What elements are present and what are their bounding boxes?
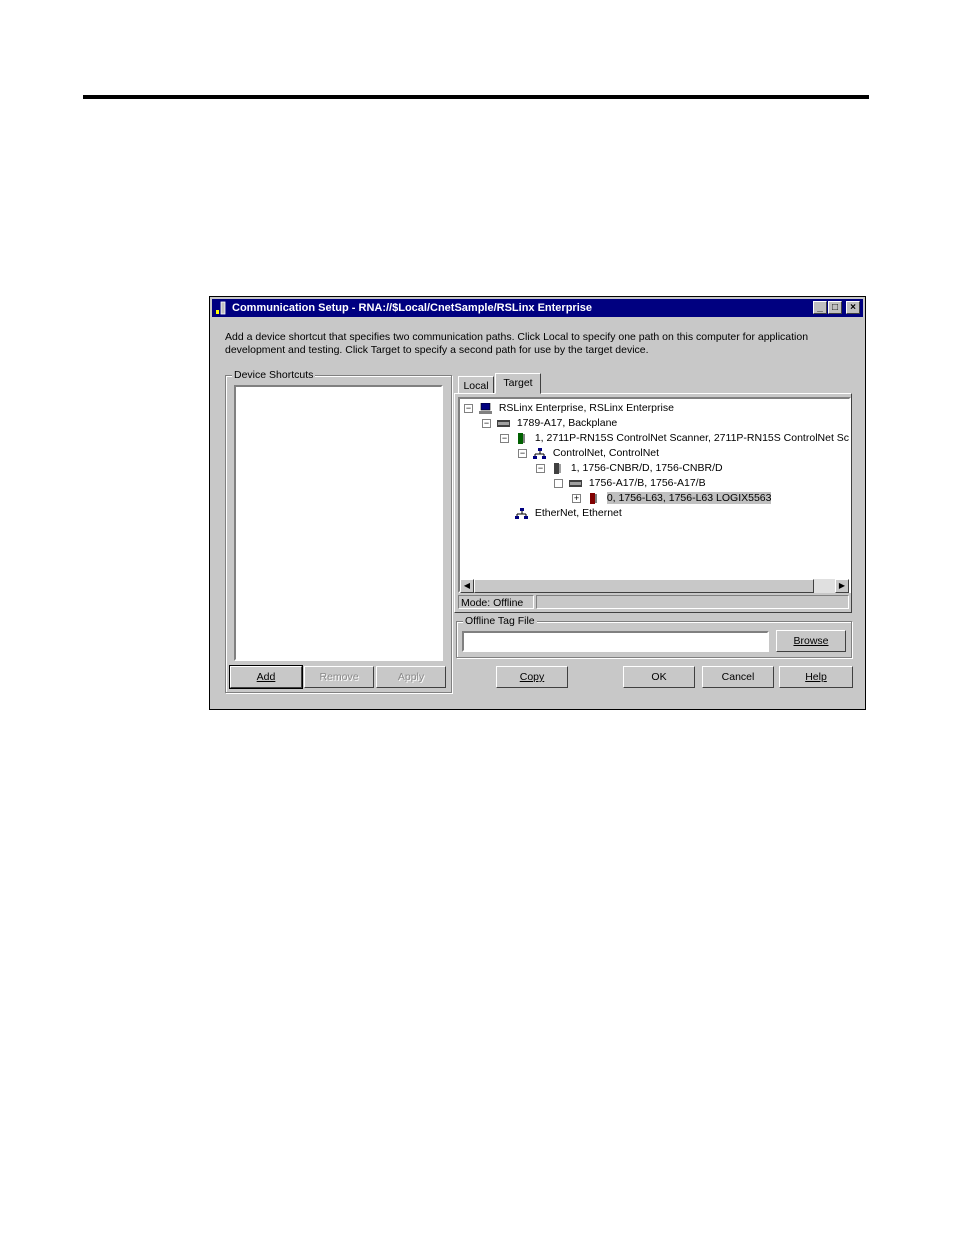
remove-button[interactable]: Remove <box>304 666 374 688</box>
scroll-thumb[interactable] <box>474 579 814 593</box>
ok-button[interactable]: OK <box>623 666 695 688</box>
device-shortcuts-label: Device Shortcuts <box>232 369 316 381</box>
cancel-button[interactable]: Cancel <box>702 666 774 688</box>
tree-node[interactable]: EtherNet, Ethernet <box>500 506 622 521</box>
communication-setup-dialog: Communication Setup - RNA://$Local/CnetS… <box>209 296 866 710</box>
tree-horizontal-scrollbar[interactable]: ◀ ▶ <box>460 579 849 593</box>
tree-node[interactable]: 1756-A17/B, 1756-A17/B <box>554 476 706 491</box>
module-icon <box>553 462 561 474</box>
apply-button[interactable]: Apply <box>376 666 446 688</box>
tree-node[interactable]: − 1789-A17, Backplane <box>482 416 617 431</box>
backplane-icon <box>496 419 510 427</box>
minimize-icon: _ <box>817 302 823 313</box>
device-tree[interactable]: − RSLinx Enterprise, RSLinx Enterprise −… <box>458 397 851 593</box>
copy-button[interactable]: Copy <box>496 666 568 688</box>
minimize-button[interactable]: _ <box>813 301 827 314</box>
maximize-button[interactable]: □ <box>828 301 842 314</box>
module-icon <box>517 432 525 444</box>
arrow-left-icon: ◀ <box>463 581 471 590</box>
scroll-right-button[interactable]: ▶ <box>835 579 849 593</box>
status-panel <box>536 595 849 609</box>
app-icon <box>216 301 226 315</box>
arrow-right-icon: ▶ <box>838 581 846 590</box>
network-icon <box>514 507 528 519</box>
page-header-rule <box>83 95 869 99</box>
close-button[interactable]: × <box>846 301 860 314</box>
network-icon <box>532 447 546 459</box>
tree-node-selected[interactable]: + 0, 1756-L63, 1756-L63 LOGIX5563 <box>572 491 772 506</box>
offline-tag-file-input[interactable] <box>462 631 769 652</box>
instructions-text: Add a device shortcut that specifies two… <box>225 331 809 356</box>
window-title: Communication Setup - RNA://$Local/CnetS… <box>232 302 592 314</box>
scroll-left-button[interactable]: ◀ <box>460 579 474 593</box>
computer-icon <box>478 402 492 414</box>
tab-target[interactable]: Target <box>495 373 541 394</box>
tree-node[interactable]: − ControlNet, ControlNet <box>518 446 659 461</box>
tree-node[interactable]: − 1, 2711P-RN15S ControlNet Scanner, 271… <box>500 431 849 446</box>
tree-node[interactable]: − 1, 1756-CNBR/D, 1756-CNBR/D <box>536 461 723 476</box>
backplane-icon <box>568 479 582 487</box>
close-icon: × <box>850 302 856 313</box>
device-shortcuts-list[interactable] <box>234 385 443 661</box>
browse-button[interactable]: Browse <box>776 630 846 652</box>
add-button[interactable]: Add <box>229 665 303 689</box>
tab-local[interactable]: Local <box>458 376 494 394</box>
tree-node[interactable]: − RSLinx Enterprise, RSLinx Enterprise <box>464 401 674 416</box>
title-bar[interactable]: Communication Setup - RNA://$Local/CnetS… <box>212 299 863 317</box>
maximize-icon: □ <box>831 302 839 313</box>
mode-status: Mode: Offline <box>458 595 534 609</box>
offline-tag-file-label: Offline Tag File <box>463 615 537 627</box>
controller-icon <box>589 492 597 504</box>
help-button[interactable]: Help <box>779 666 853 688</box>
